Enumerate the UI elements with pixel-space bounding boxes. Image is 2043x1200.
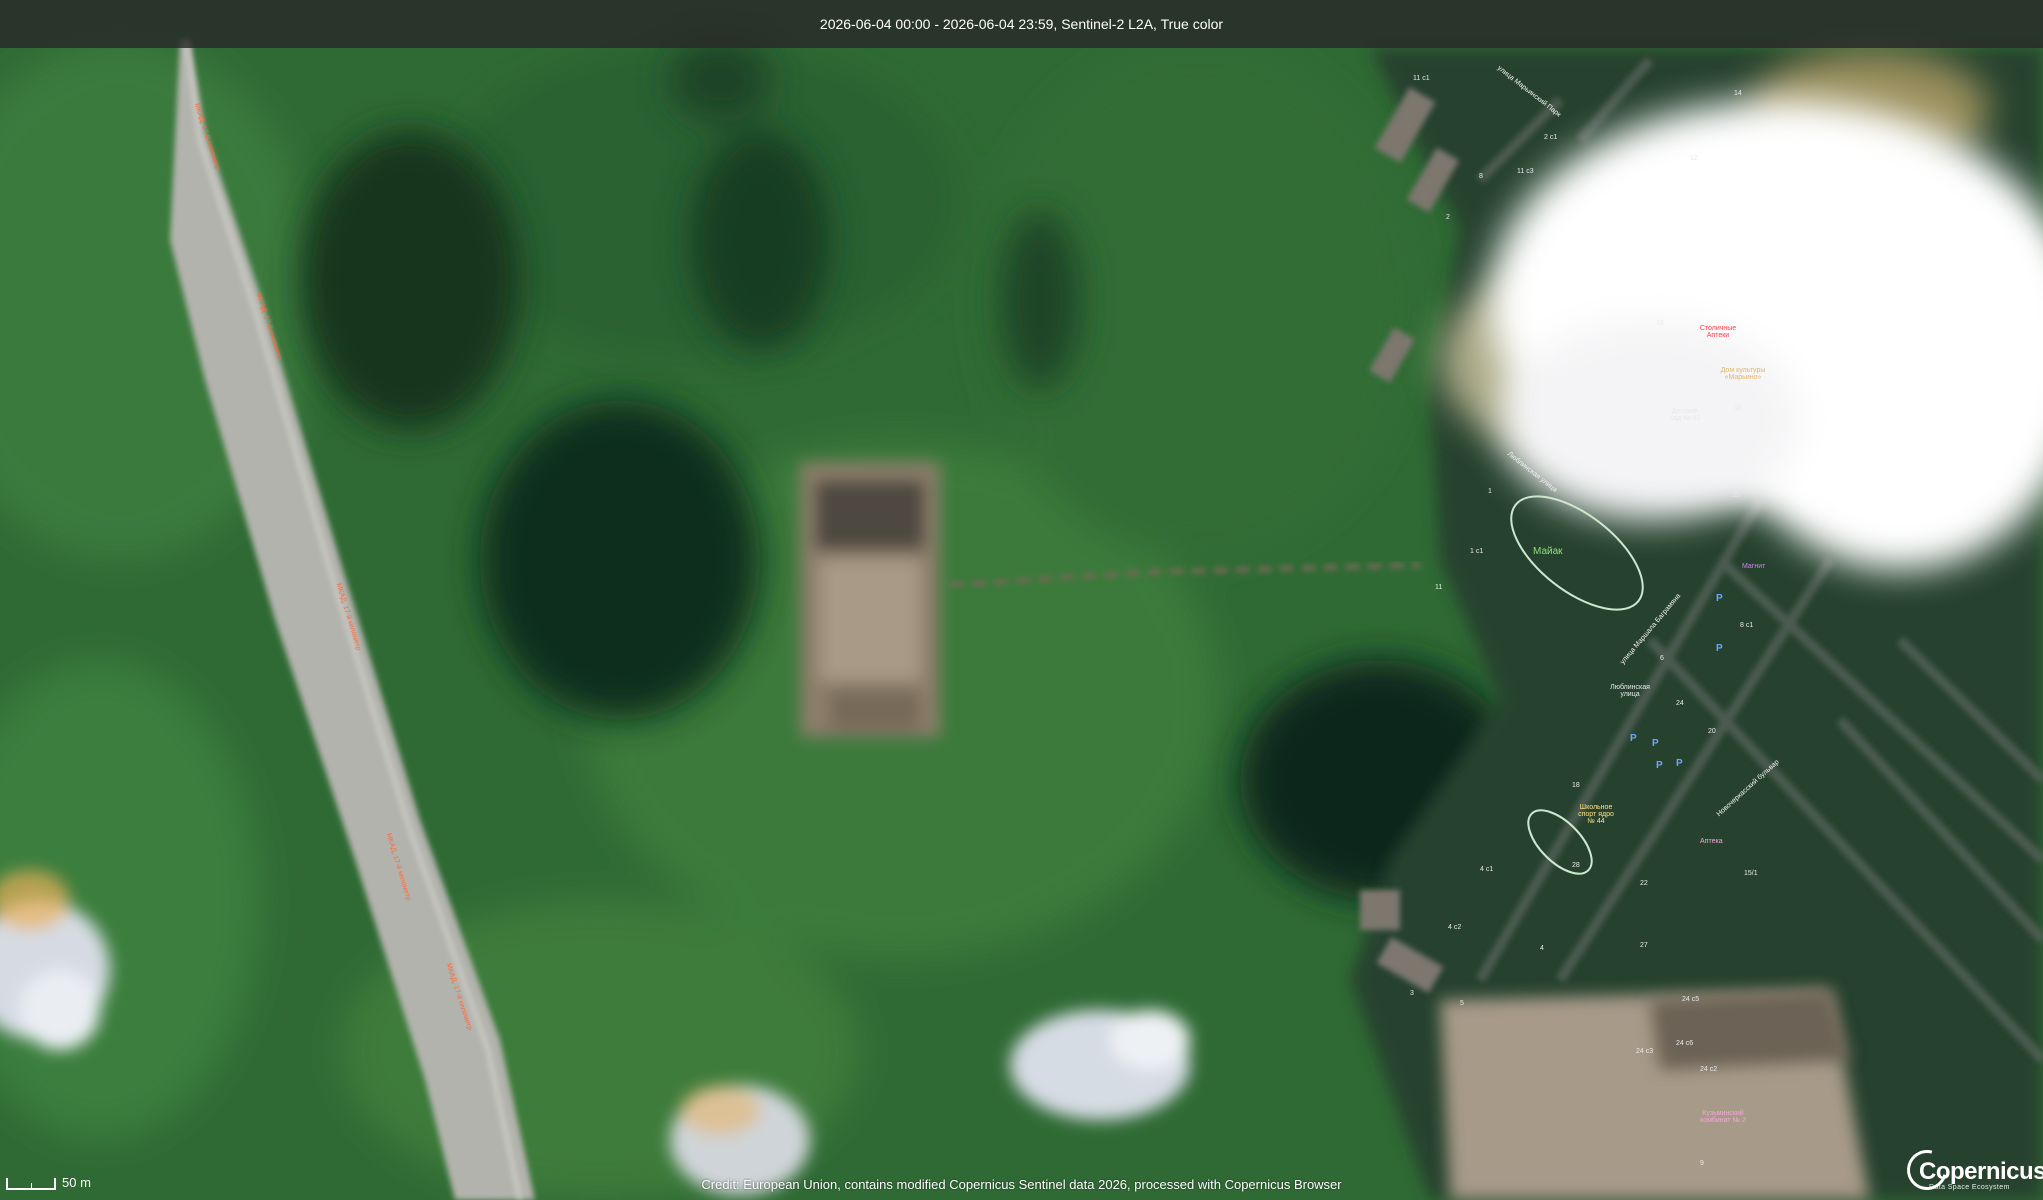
- satellite-map[interactable]: [0, 0, 2043, 1200]
- address-label: 16: [1656, 320, 1664, 327]
- address-label: 26: [1718, 125, 1726, 132]
- address-label: 11: [1435, 584, 1443, 591]
- address-label: 15/1: [1744, 870, 1758, 877]
- pharmacy-chain-label: Столичные Аптеки: [1699, 325, 1737, 339]
- address-label: 3: [1410, 990, 1414, 997]
- address-label: 10: [1734, 405, 1742, 412]
- address-label: 20: [1708, 728, 1716, 735]
- bus-stop-label: Люблинская улица: [1610, 684, 1650, 698]
- kindergarten-label: Детский сад № 42: [1669, 408, 1701, 422]
- parking-icon: P: [1716, 643, 1723, 654]
- address-label: 24 с2: [1700, 1066, 1718, 1073]
- address-label: 2: [1446, 214, 1450, 221]
- address-label: 14: [1734, 90, 1742, 97]
- address-label: 8 с1: [1740, 622, 1754, 629]
- address-label: 12: [1690, 155, 1698, 162]
- copernicus-logo: Copernicus Data Space Ecosystem: [1899, 1142, 2043, 1198]
- credit-line: Credit: European Union, contains modifie…: [701, 1177, 1342, 1192]
- school-sports-label: Школьное спорт ядро № 44: [1578, 804, 1614, 825]
- address-label: 5: [1460, 1000, 1464, 1007]
- address-label: 22: [1640, 880, 1648, 887]
- address-label: 4 с2: [1448, 924, 1462, 931]
- logo-subtitle: Data Space Ecosystem: [1929, 1184, 2010, 1191]
- address-label: 1: [1488, 488, 1492, 495]
- address-label: 11 с1: [1413, 75, 1430, 82]
- market-label: Кузьминский комбинат № 2: [1700, 1110, 1746, 1124]
- address-label: 24 с3: [1636, 1048, 1654, 1055]
- house-of-culture-label: Дом культуры «Марьино»: [1720, 367, 1766, 381]
- address-label: 1 с1: [1470, 548, 1484, 555]
- address-label: 7: [1734, 490, 1738, 497]
- pharmacy-label: Аптека: [1700, 838, 1723, 845]
- address-label: 27: [1640, 942, 1648, 949]
- address-label: 24: [1676, 700, 1684, 707]
- central-building: [800, 462, 940, 737]
- stadium-label: Майак: [1533, 546, 1563, 557]
- parking-icon: P: [1716, 593, 1723, 604]
- address-label: 24 с5: [1682, 996, 1700, 1003]
- address-label: 9: [1700, 1160, 1704, 1167]
- address-label: 8: [1479, 173, 1483, 180]
- address-label: 11 с3: [1517, 168, 1534, 175]
- parking-icon: P: [1676, 758, 1683, 769]
- date-range-title: 2026-06-04 00:00 - 2026-06-04 23:59, Sen…: [819, 16, 1224, 32]
- shop-label: Магнит: [1742, 563, 1766, 570]
- address-label: 24 с6: [1676, 1040, 1694, 1047]
- address-label: 18: [1572, 782, 1580, 789]
- address-label: 28: [1572, 862, 1580, 869]
- parking-icon: P: [1630, 733, 1637, 744]
- address-label: 6: [1660, 655, 1664, 662]
- date-range-header: 2026-06-04 00:00 - 2026-06-04 23:59, Sen…: [0, 0, 2043, 48]
- parking-icon: P: [1652, 738, 1659, 749]
- parking-icon: P: [1656, 760, 1663, 771]
- address-label: 2 с1: [1544, 134, 1558, 141]
- address-label: 4 с1: [1480, 866, 1494, 873]
- address-label: 4: [1540, 945, 1544, 952]
- logo-text: Copernicus: [1919, 1158, 2043, 1185]
